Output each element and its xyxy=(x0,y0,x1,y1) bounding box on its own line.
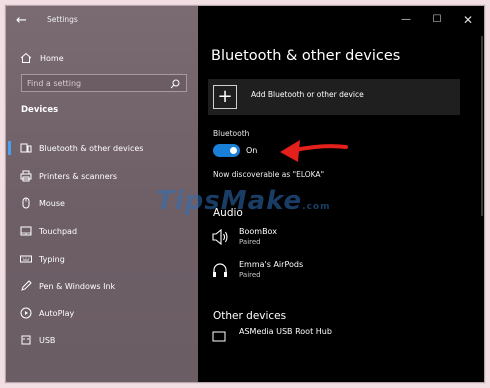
sidebar-item-autoplay[interactable]: AutoPlay xyxy=(6,304,198,322)
usb-hub-icon xyxy=(212,331,226,342)
device-name: BoomBox xyxy=(239,227,277,236)
title-bar: ← Settings — ☐ ✕ xyxy=(6,6,484,36)
audio-device-airpods[interactable]: Emma's AirPods Paired xyxy=(211,258,461,282)
usb-icon xyxy=(21,335,31,345)
mouse-icon xyxy=(22,197,30,209)
other-device-usb-hub[interactable]: ASMedia USB Root Hub xyxy=(211,325,461,349)
bluetooth-state-text: On xyxy=(246,146,258,155)
watermark-text: TipsMake xyxy=(156,186,303,216)
toggle-knob xyxy=(230,147,237,154)
sidebar-item-label: Typing xyxy=(39,254,65,264)
sidebar-item-label: Printers & scanners xyxy=(39,171,118,181)
home-label: Home xyxy=(40,53,64,63)
plus-icon: + xyxy=(213,85,237,109)
section-label-devices: Devices xyxy=(21,105,59,115)
sidebar-item-label: AutoPlay xyxy=(39,308,75,318)
sidebar-item-typing[interactable]: Typing xyxy=(6,250,198,268)
device-name: ASMedia USB Root Hub xyxy=(239,327,332,336)
bluetooth-label: Bluetooth xyxy=(213,129,250,138)
settings-window: Home Devices Bluetooth & other devices xyxy=(5,5,485,383)
sidebar-item-touchpad[interactable]: Touchpad xyxy=(6,222,198,240)
search-input[interactable] xyxy=(27,77,163,89)
sidebar-item-label: Pen & Windows Ink xyxy=(39,281,116,291)
sidebar-item-label: USB xyxy=(39,335,56,345)
device-status: Paired xyxy=(239,238,261,246)
scrollbar[interactable] xyxy=(481,36,483,216)
minimize-button[interactable]: — xyxy=(396,12,416,28)
keyboard-icon xyxy=(20,255,32,263)
sidebar-item-label: Mouse xyxy=(39,198,65,208)
device-status: Paired xyxy=(239,271,261,279)
sidebar-item-bluetooth[interactable]: Bluetooth & other devices xyxy=(6,139,198,157)
discoverable-text: Now discoverable as "ELOKA" xyxy=(213,170,325,179)
sidebar-item-pen[interactable]: Pen & Windows Ink xyxy=(6,277,198,295)
add-device-label: Add Bluetooth or other device xyxy=(251,90,364,99)
window-title: Settings xyxy=(47,15,78,24)
sidebar-item-printers[interactable]: Printers & scanners xyxy=(6,167,198,185)
page-title: Bluetooth & other devices xyxy=(211,48,401,64)
touchpad-icon xyxy=(20,226,32,236)
home-icon xyxy=(20,52,32,63)
maximize-button[interactable]: ☐ xyxy=(427,12,447,28)
back-arrow-icon[interactable]: ← xyxy=(16,14,32,28)
audio-device-boombox[interactable]: BoomBox Paired xyxy=(211,225,461,249)
autoplay-icon xyxy=(20,307,32,319)
sidebar-item-label: Touchpad xyxy=(39,226,78,236)
speaker-icon xyxy=(212,229,228,245)
bluetooth-devices-icon xyxy=(20,143,32,153)
other-devices-heading: Other devices xyxy=(213,310,287,322)
watermark: TipsMake.com xyxy=(156,186,356,222)
search-box[interactable] xyxy=(21,74,187,92)
bluetooth-toggle[interactable] xyxy=(213,144,240,157)
search-icon[interactable] xyxy=(170,79,180,89)
selected-indicator xyxy=(8,141,11,155)
device-name: Emma's AirPods xyxy=(239,260,304,269)
headphones-icon xyxy=(213,263,227,277)
printer-icon xyxy=(20,170,32,182)
sidebar-item-label: Bluetooth & other devices xyxy=(39,143,144,153)
pen-icon xyxy=(21,280,32,291)
watermark-suffix: .com xyxy=(302,202,331,212)
red-arrow-annotation xyxy=(280,140,348,162)
close-button[interactable]: ✕ xyxy=(458,12,478,28)
add-device-button[interactable]: + Add Bluetooth or other device xyxy=(208,79,460,115)
home-nav-item[interactable]: Home xyxy=(20,50,64,66)
sidebar-item-usb[interactable]: USB xyxy=(6,331,198,349)
